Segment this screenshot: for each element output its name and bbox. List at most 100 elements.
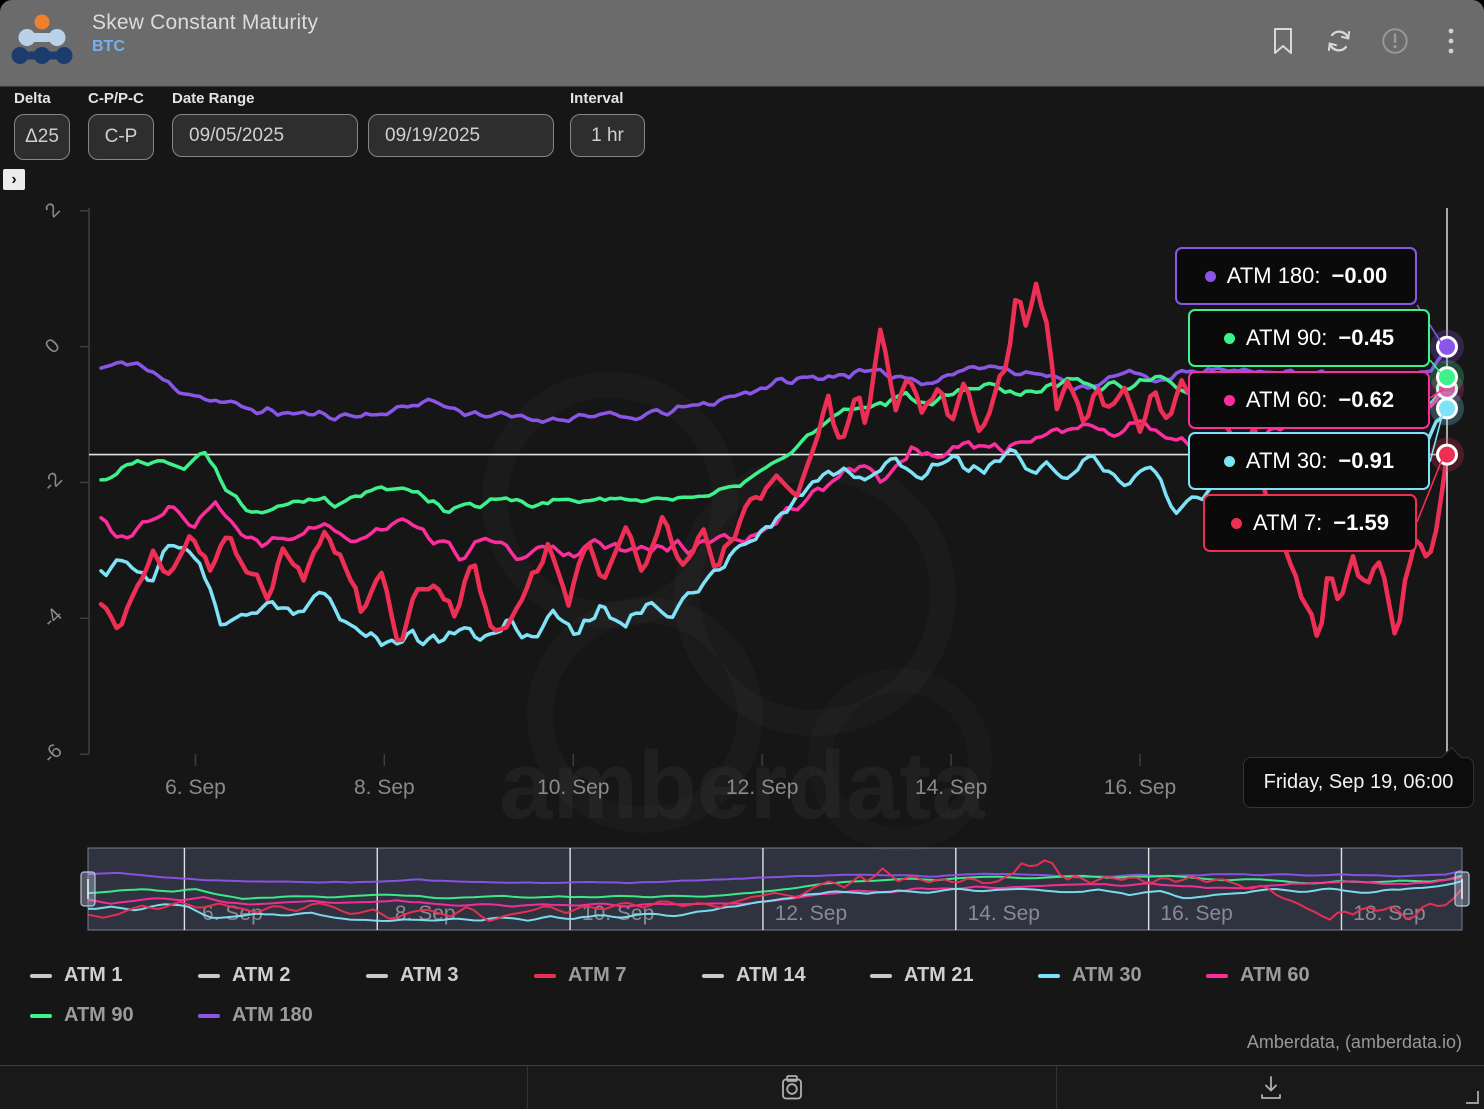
interval-label: Interval: [570, 90, 645, 107]
app-window: Skew Constant Maturity BTC: [0, 0, 1484, 1109]
page-symbol: BTC: [92, 38, 318, 56]
date-range-label: Date Range: [172, 90, 554, 107]
navigator-date-label: 14. Sep: [968, 902, 1040, 925]
legend-label: ATM 60: [1240, 964, 1310, 987]
legend-label: ATM 7: [568, 964, 627, 987]
legend-dash-icon: [870, 974, 892, 978]
x-axis-tick-label: 6. Sep: [165, 776, 226, 799]
legend-dash-icon: [198, 974, 220, 978]
navigator-date-label: 18. Sep: [1353, 902, 1425, 925]
legend-item-atm-7[interactable]: ATM 7: [534, 960, 702, 991]
legend-dash-icon: [1038, 974, 1060, 978]
tooltip-series-name: ATM 180:: [1227, 263, 1321, 289]
footer-cell-empty: [0, 1066, 527, 1109]
navigator-right-handle[interactable]: [1455, 872, 1469, 906]
y-axis-tick-label: -4: [39, 604, 67, 632]
controls-row: Delta Δ25 C-P/P-C C-P Date Range 09/05/2…: [14, 90, 645, 160]
date-end-input[interactable]: 09/19/2025: [368, 114, 554, 157]
tooltip-series-name: ATM 30:: [1246, 448, 1328, 474]
legend-label: ATM 30: [1072, 964, 1142, 987]
interval-select[interactable]: 1 hr: [570, 114, 645, 157]
legend-dash-icon: [702, 974, 724, 978]
y-axis-tick-label: 0: [41, 335, 64, 358]
legend-dash-icon: [534, 974, 556, 978]
header-bar: Skew Constant Maturity BTC: [0, 0, 1484, 87]
series-dot-icon: [1205, 271, 1216, 282]
tooltip-atm-60: ATM 60: −0.62: [1188, 371, 1430, 429]
x-axis-tick-label: 10. Sep: [537, 776, 609, 799]
tooltip-series-value: −1.59: [1333, 510, 1389, 536]
resize-corner-handle[interactable]: [1466, 1091, 1479, 1104]
tooltip-series-name: ATM 60:: [1246, 387, 1328, 413]
cp-pc-label: C-P/P-C: [88, 90, 154, 107]
tooltip-atm-180: ATM 180: −0.00: [1175, 247, 1417, 305]
legend-label: ATM 1: [64, 964, 123, 987]
series-dot-icon: [1231, 518, 1242, 529]
point-marker-atm-90: [1438, 368, 1457, 387]
legend-label: ATM 3: [400, 964, 459, 987]
legend-item-atm-14[interactable]: ATM 14: [702, 960, 870, 991]
crosshair-date-tooltip: Friday, Sep 19, 06:00: [1243, 757, 1474, 808]
legend-label: ATM 21: [904, 964, 974, 987]
legend-label: ATM 180: [232, 1004, 313, 1027]
tooltip-series-value: −0.91: [1338, 448, 1394, 474]
legend-item-atm-90[interactable]: ATM 90: [30, 1000, 198, 1031]
x-axis-tick-label: 16. Sep: [1104, 776, 1176, 799]
download-button[interactable]: [1057, 1066, 1484, 1109]
tooltip-atm-7: ATM 7: −1.59: [1203, 494, 1417, 552]
navigator-date-label: 16. Sep: [1160, 902, 1232, 925]
page-title: Skew Constant Maturity: [92, 11, 318, 35]
y-axis-tick-label: 2: [41, 199, 64, 222]
tooltip-series-value: −0.00: [1332, 263, 1388, 289]
x-axis-tick-label: 8. Sep: [354, 776, 415, 799]
y-axis-tick-label: -2: [39, 468, 67, 496]
alert-icon[interactable]: [1380, 24, 1410, 58]
legend-dash-icon: [198, 1014, 220, 1018]
legend-label: ATM 2: [232, 964, 291, 987]
refresh-button[interactable]: [1324, 24, 1354, 58]
tooltip-series-name: ATM 90:: [1246, 325, 1328, 351]
delta-select[interactable]: Δ25: [14, 114, 70, 160]
legend-item-atm-1[interactable]: ATM 1: [30, 960, 198, 991]
tooltip-series-value: −0.45: [1338, 325, 1394, 351]
x-axis-tick-label: 12. Sep: [726, 776, 798, 799]
amberdata-logo-icon: [10, 10, 74, 74]
legend: ATM 1 ATM 2 ATM 3 ATM 7 ATM 14 ATM 21 ATM 30 AT…: [30, 960, 1410, 1031]
legend-dash-icon: [30, 1014, 52, 1018]
legend-item-atm-30[interactable]: ATM 30: [1038, 960, 1206, 991]
legend-item-atm-60[interactable]: ATM 60: [1206, 960, 1374, 991]
legend-dash-icon: [1206, 974, 1228, 978]
tooltip-series-value: −0.62: [1338, 387, 1394, 413]
series-dot-icon: [1224, 333, 1235, 344]
tooltip-atm-30: ATM 30: −0.91: [1188, 432, 1430, 490]
amberdata-watermark: amberdata: [495, 385, 985, 840]
footer-toolbar: [0, 1065, 1484, 1109]
tooltip-series-name: ATM 7:: [1253, 510, 1322, 536]
legend-label: ATM 14: [736, 964, 806, 987]
x-axis-tick-label: 14. Sep: [915, 776, 987, 799]
cp-pc-select[interactable]: C-P: [88, 114, 154, 160]
download-icon: [1258, 1074, 1284, 1102]
legend-item-atm-3[interactable]: ATM 3: [366, 960, 534, 991]
series-dot-icon: [1224, 395, 1235, 406]
point-marker-atm-30: [1438, 399, 1457, 418]
range-navigator[interactable]: 6. Sep8. Sep10. Sep12. Sep14. Sep16. Sep…: [88, 848, 1462, 930]
legend-item-atm-180[interactable]: ATM 180: [198, 1000, 366, 1031]
bookmark-button[interactable]: [1268, 24, 1298, 58]
legend-dash-icon: [366, 974, 388, 978]
kebab-menu-button[interactable]: [1436, 24, 1466, 58]
delta-label: Delta: [14, 90, 70, 107]
attribution-text: Amberdata, (amberdata.io): [1247, 1032, 1462, 1053]
tooltip-atm-90: ATM 90: −0.45: [1188, 309, 1430, 367]
legend-item-atm-2[interactable]: ATM 2: [198, 960, 366, 991]
navigator-left-handle[interactable]: [81, 872, 95, 906]
navigator-date-label: 12. Sep: [775, 902, 847, 925]
camera-icon: [777, 1074, 807, 1102]
legend-dash-icon: [30, 974, 52, 978]
screenshot-button[interactable]: [527, 1066, 1057, 1109]
legend-label: ATM 90: [64, 1004, 134, 1027]
date-start-input[interactable]: 09/05/2025: [172, 114, 358, 157]
legend-item-atm-21[interactable]: ATM 21: [870, 960, 1038, 991]
point-marker-atm-7: [1438, 445, 1457, 464]
series-dot-icon: [1224, 456, 1235, 467]
